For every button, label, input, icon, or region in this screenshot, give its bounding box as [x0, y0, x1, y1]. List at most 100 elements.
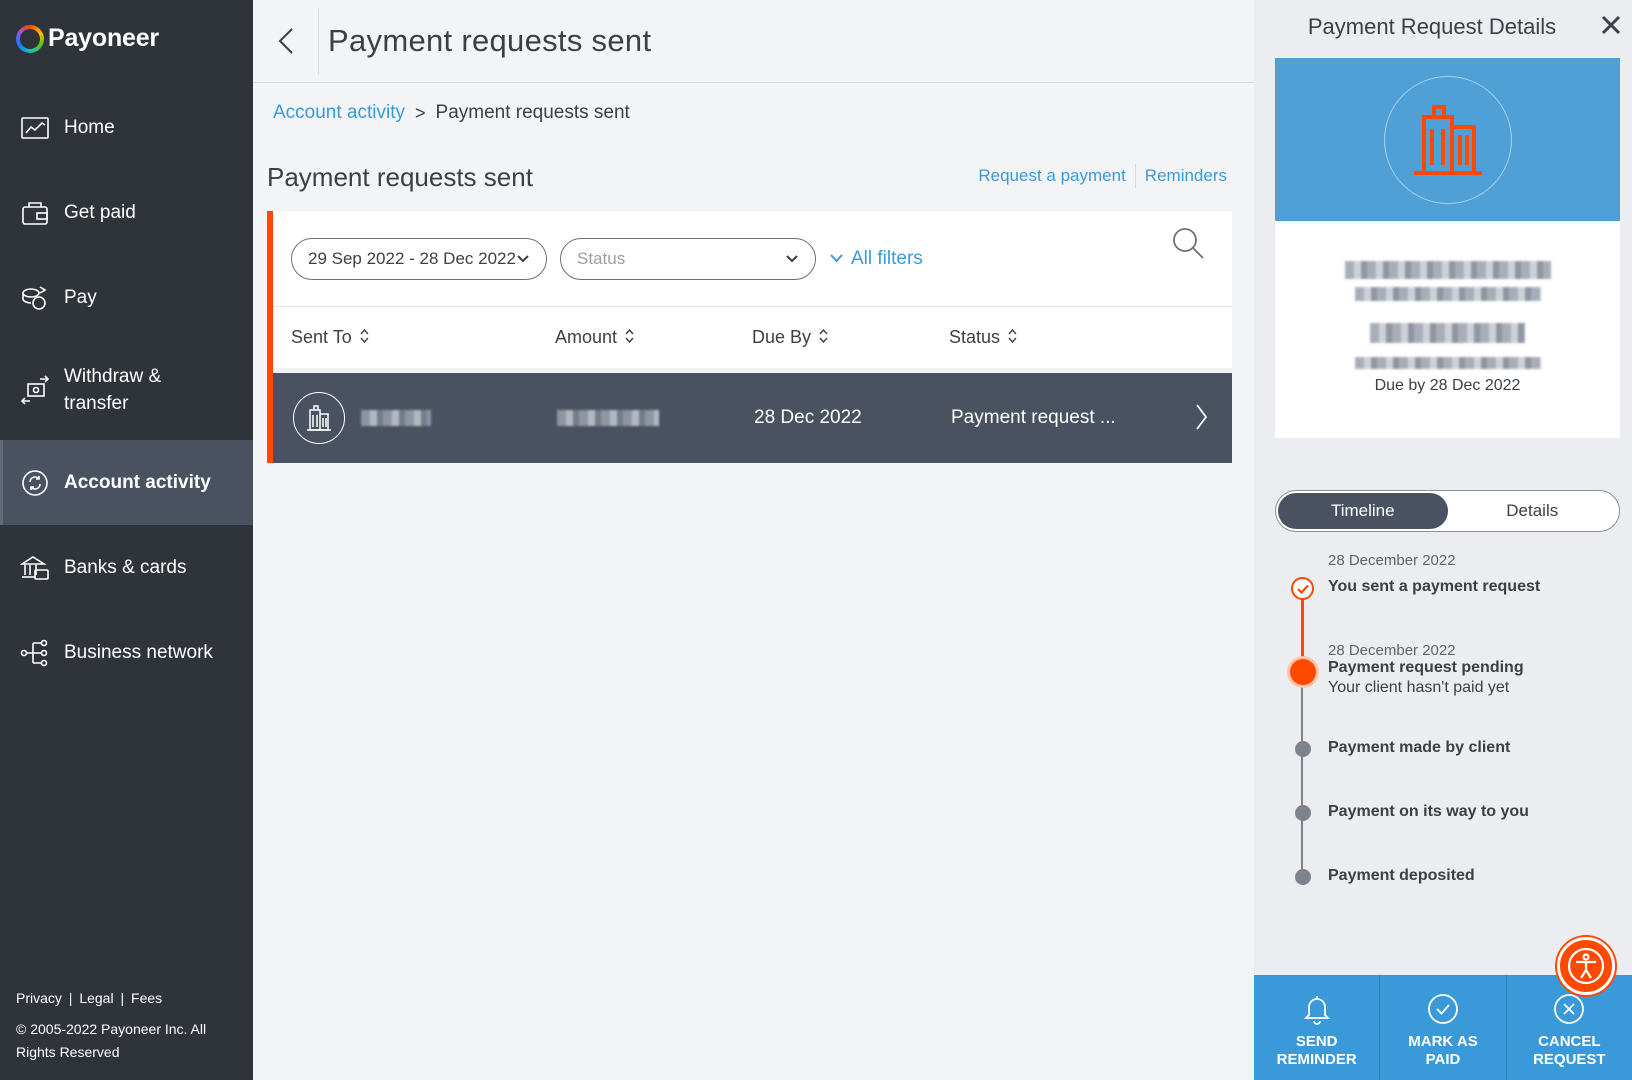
sort-icon — [819, 327, 828, 348]
sidebar-item-label: Account activity — [64, 472, 211, 493]
sidebar-item-banks-cards[interactable]: Banks & cards — [0, 525, 253, 610]
chart-icon — [20, 113, 50, 143]
building-icon — [1413, 104, 1482, 175]
footer-links: Privacy | Legal | Fees — [16, 987, 216, 1010]
tab-details[interactable]: Details — [1448, 493, 1618, 529]
search-button[interactable] — [1170, 225, 1206, 261]
coins-icon — [20, 283, 50, 313]
filter-bar: 29 Sep 2022 - 28 Dec 2022 Status All fil… — [273, 211, 1232, 307]
pending-step-dot — [1295, 805, 1311, 821]
chevron-down-icon — [830, 254, 843, 263]
date-range-value: 29 Sep 2022 - 28 Dec 2022 — [308, 248, 516, 268]
divider — [1134, 164, 1136, 188]
footer-separator: | — [68, 990, 73, 1006]
card-avatar — [1383, 75, 1512, 204]
timeline-label: Payment deposited — [1328, 867, 1475, 884]
activity-icon — [20, 468, 50, 498]
send-reminder-button[interactable]: SEND REMINDER — [1254, 975, 1380, 1080]
column-label: Amount — [555, 327, 618, 347]
accessibility-button[interactable] — [1557, 937, 1615, 995]
details-tabs: Timeline Details — [1275, 490, 1620, 532]
card-header — [1275, 58, 1620, 221]
check-circle-icon — [1428, 994, 1458, 1024]
close-button[interactable] — [1600, 14, 1624, 38]
x-circle-icon — [1554, 994, 1585, 1024]
reminders-link[interactable]: Reminders — [1145, 166, 1227, 186]
status-cell: Payment request ... — [951, 407, 1116, 428]
redacted-amount — [1370, 323, 1525, 343]
tab-timeline[interactable]: Timeline — [1278, 493, 1448, 529]
fees-link[interactable]: Fees — [131, 990, 162, 1006]
main-content: Payment requests sent Account activity >… — [253, 0, 1254, 1080]
breadcrumb-current: Payment requests sent — [435, 102, 630, 123]
date-range-dropdown[interactable]: 29 Sep 2022 - 28 Dec 2022 — [291, 237, 547, 280]
page-title: Payment requests sent — [328, 23, 652, 58]
action-label-2: REQUEST — [1533, 1051, 1606, 1068]
request-payment-link[interactable]: Request a payment — [978, 166, 1125, 186]
mark-as-paid-button[interactable]: MARK AS PAID — [1379, 975, 1506, 1080]
back-button[interactable] — [253, 8, 319, 74]
footer-separator: | — [120, 990, 125, 1006]
redacted-client-name — [1344, 261, 1551, 279]
wallet-icon — [20, 198, 50, 228]
status-dropdown[interactable]: Status — [560, 237, 816, 280]
sidebar-item-withdraw-transfer[interactable]: Withdraw & transfer — [0, 340, 253, 440]
sort-icon — [360, 327, 369, 348]
pending-step-dot — [1295, 869, 1311, 885]
section-title: Payment requests sent — [267, 162, 533, 192]
search-icon — [1173, 228, 1204, 259]
main-nav: Home Get paid Pay Withdraw & transfer Ac… — [0, 85, 253, 695]
requests-panel: 29 Sep 2022 - 28 Dec 2022 Status All fil… — [267, 211, 1232, 463]
all-filters-label: All filters — [851, 247, 923, 269]
action-label-2: PAID — [1425, 1051, 1461, 1068]
current-step-dot — [1290, 659, 1316, 685]
timeline-label: Payment request pending — [1328, 659, 1524, 676]
sidebar-item-get-paid[interactable]: Get paid — [0, 170, 253, 255]
payoneer-logo[interactable]: Payoneer — [16, 24, 159, 53]
cancel-request-button[interactable]: CANCEL REQUEST — [1505, 975, 1632, 1080]
table-row[interactable]: 28 Dec 2022 Payment request ... — [273, 373, 1232, 463]
sidebar-item-label-line2: transfer — [64, 393, 129, 414]
sort-icon — [1008, 327, 1017, 348]
due-by-label: Due by 28 Dec 2022 — [1374, 377, 1521, 394]
logo-ring-icon — [16, 24, 44, 53]
action-label-1: SEND — [1295, 1033, 1338, 1050]
sidebar-item-home[interactable]: Home — [0, 85, 253, 170]
chevron-down-icon — [516, 249, 530, 269]
chevron-left-icon — [278, 28, 293, 54]
sidebar-item-pay[interactable]: Pay — [0, 255, 253, 340]
action-label-2: REMINDER — [1276, 1051, 1357, 1068]
status-placeholder: Status — [577, 248, 626, 268]
timeline-pending-line — [1301, 672, 1303, 882]
redacted-description — [1354, 357, 1541, 369]
column-sent-to[interactable]: Sent To — [291, 327, 555, 348]
column-amount[interactable]: Amount — [555, 327, 752, 348]
request-card: Due by 28 Dec 2022 — [1275, 58, 1620, 438]
details-title: Payment Request Details — [1307, 14, 1557, 39]
timeline-date: 28 December 2022 — [1328, 642, 1456, 659]
building-icon — [293, 392, 345, 444]
network-icon — [20, 638, 50, 668]
column-label: Due By — [752, 327, 812, 347]
sidebar-footer: Privacy | Legal | Fees © 2005-2022 Payon… — [16, 987, 216, 1064]
check-icon — [1291, 577, 1314, 600]
column-due-by[interactable]: Due By — [752, 327, 949, 348]
column-label: Status — [949, 327, 1001, 347]
bell-icon — [1303, 996, 1330, 1025]
sidebar-item-account-activity[interactable]: Account activity — [0, 440, 253, 525]
section-links: Request a payment Reminders — [978, 164, 1227, 188]
redacted-amount — [557, 410, 659, 426]
sidebar-item-business-network[interactable]: Business network — [0, 610, 253, 695]
breadcrumb-separator: > — [415, 102, 426, 123]
legal-link[interactable]: Legal — [79, 990, 113, 1006]
bank-icon — [19, 553, 50, 583]
all-filters-toggle[interactable]: All filters — [830, 248, 923, 270]
column-status[interactable]: Status — [949, 327, 1017, 348]
breadcrumb-account-activity[interactable]: Account activity — [273, 102, 405, 124]
copyright: © 2005-2022 Payoneer Inc. All Rights Res… — [16, 1021, 207, 1060]
sort-icon — [625, 327, 634, 348]
timeline-label: You sent a payment request — [1328, 578, 1541, 595]
privacy-link[interactable]: Privacy — [16, 990, 62, 1006]
action-label-1: CANCEL — [1538, 1033, 1601, 1050]
timeline-sublabel: Your client hasn't paid yet — [1328, 679, 1510, 696]
